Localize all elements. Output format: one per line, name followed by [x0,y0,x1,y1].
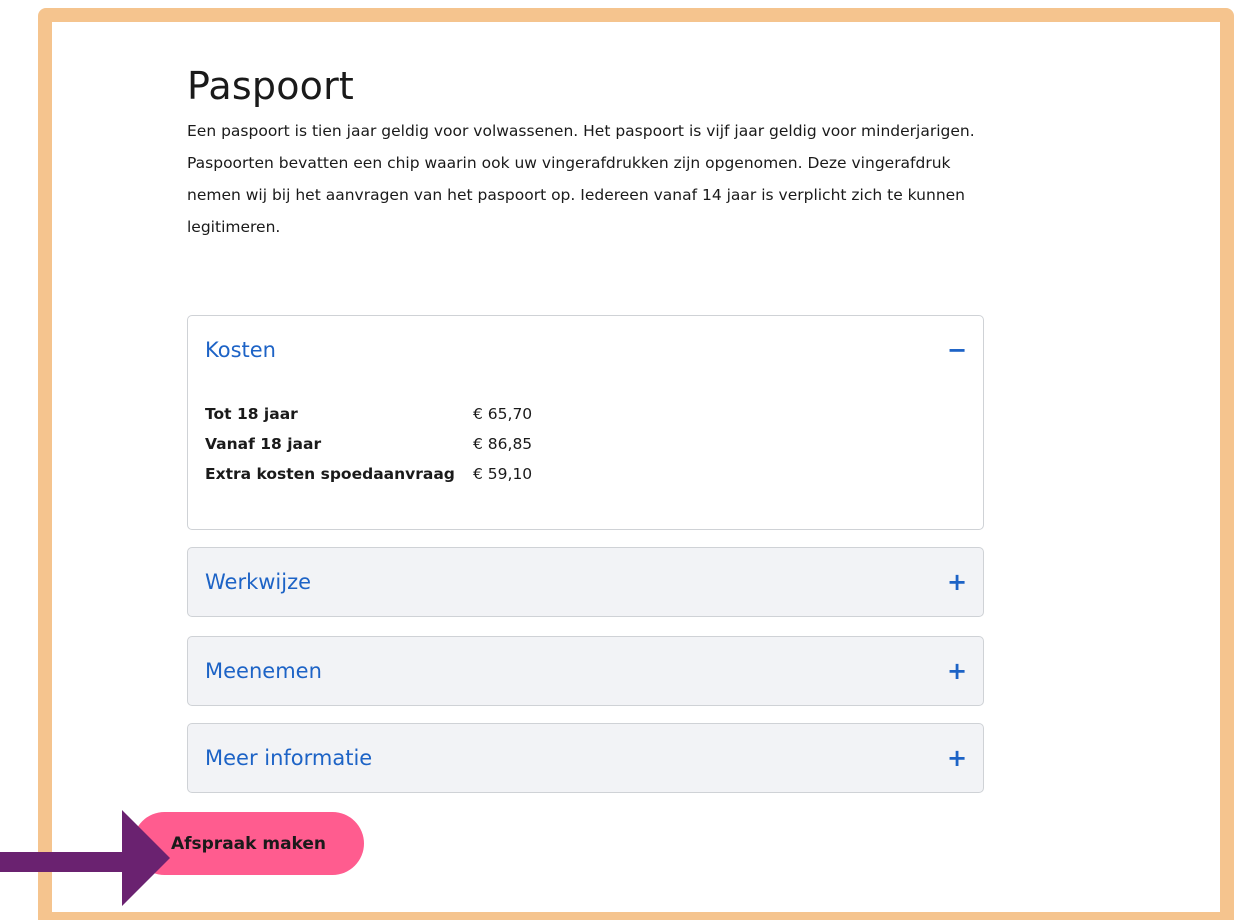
accordion-kosten: Kosten − Tot 18 jaar € 65,70 Vanaf 18 ja… [187,315,984,530]
cost-row: Vanaf 18 jaar € 86,85 [205,429,532,459]
cost-value: € 59,10 [473,465,533,483]
content-panel: Paspoort Een paspoort is tien jaar geldi… [52,22,1220,912]
cost-label: Extra kosten spoedaanvraag [205,465,455,483]
expand-icon[interactable]: + [947,744,967,772]
accordion-meer-informatie[interactable]: Meer informatie + [187,723,984,793]
page-header: Paspoort Een paspoort is tien jaar geldi… [187,62,987,243]
collapse-icon[interactable]: − [947,336,967,364]
accordion-werkwijze-header[interactable]: Werkwijze + [188,548,983,616]
cost-label: Tot 18 jaar [205,405,298,423]
accordion-meenemen-title: Meenemen [205,659,322,683]
accordion-meenemen-header[interactable]: Meenemen + [188,637,983,705]
cost-value: € 65,70 [473,405,533,423]
accordion-werkwijze-title: Werkwijze [205,570,312,594]
accordion-kosten-header[interactable]: Kosten − [188,316,983,384]
accordion-kosten-title: Kosten [205,338,276,362]
cost-row: Tot 18 jaar € 65,70 [205,399,532,429]
expand-icon[interactable]: + [947,568,967,596]
cost-label: Vanaf 18 jaar [205,435,322,453]
accordion-meer-informatie-header[interactable]: Meer informatie + [188,724,983,792]
cost-row: Extra kosten spoedaanvraag € 59,10 [205,459,532,489]
cost-table: Tot 18 jaar € 65,70 Vanaf 18 jaar € 86,8… [205,399,532,489]
expand-icon[interactable]: + [947,657,967,685]
accordion-meenemen[interactable]: Meenemen + [187,636,984,706]
accordion-werkwijze[interactable]: Werkwijze + [187,547,984,617]
right-arrow-icon [0,810,170,906]
cost-value: € 86,85 [473,435,533,453]
page-frame: Paspoort Een paspoort is tien jaar geldi… [38,8,1234,920]
page-title: Paspoort [187,64,355,108]
intro-text: Een paspoort is tien jaar geldig voor vo… [187,122,975,237]
accordion-meer-informatie-title: Meer informatie [205,746,373,770]
